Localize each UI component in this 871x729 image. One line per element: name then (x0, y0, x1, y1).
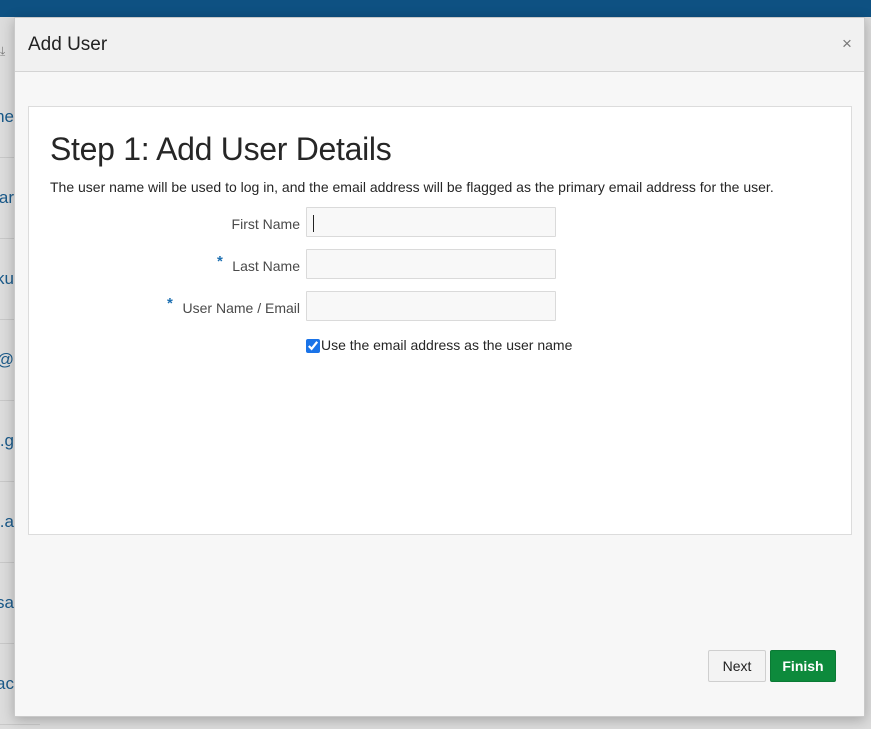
last-name-label: Last Name (232, 258, 300, 274)
step-panel: Step 1: Add User Details The user name w… (28, 106, 852, 535)
background-row-text: l.a (0, 512, 14, 531)
background-row-text: ne (0, 107, 14, 126)
background-row-text: k@ (0, 319, 14, 400)
step-description: The user name will be used to log in, an… (50, 179, 774, 195)
dialog-header: Add User × (15, 18, 864, 72)
dialog-title: Add User (28, 34, 108, 55)
background-row-text: ar (0, 188, 14, 207)
step-title: Step 1: Add User Details (50, 131, 392, 167)
first-name-field[interactable] (306, 207, 556, 237)
text-cursor (313, 215, 314, 232)
add-user-dialog: Add User × Step 1: Add User Details The … (14, 17, 865, 717)
username-email-field[interactable] (306, 291, 556, 321)
use-email-as-username-checkbox[interactable] (306, 339, 320, 353)
required-marker: * (217, 253, 223, 270)
background-top-bar (0, 0, 871, 17)
background-toolbar-icon: ⤓ (0, 44, 6, 58)
required-marker: * (167, 295, 173, 312)
background-row-text: ac (0, 674, 14, 693)
finish-button[interactable]: Finish (770, 650, 836, 682)
next-button[interactable]: Next (708, 650, 766, 682)
background-row-text: sa (0, 593, 14, 612)
background-row-text: g.g (0, 431, 14, 450)
close-icon[interactable]: × (840, 35, 854, 52)
use-email-as-username-label[interactable]: Use the email address as the user name (321, 337, 572, 353)
username-email-label: User Name / Email (182, 300, 300, 316)
last-name-field[interactable] (306, 249, 556, 279)
first-name-label: First Name (231, 216, 300, 232)
background-row-text: ku (0, 269, 14, 288)
